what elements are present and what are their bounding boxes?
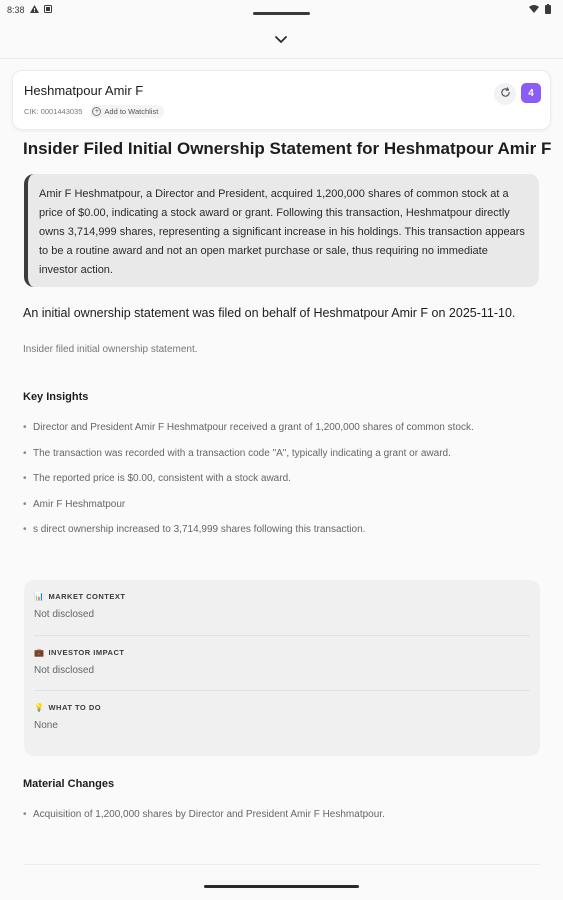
list-item: • The reported price is $0.00, consistent… xyxy=(23,472,474,498)
company-header-card: Heshmatpour Amir F CIK: 0001443035 + Add… xyxy=(12,70,551,130)
ai-summary-box: Amir F Heshmatpour, a Director and Presi… xyxy=(24,174,539,287)
key-insights-list: • Director and President Amir F Heshmatpo… xyxy=(23,421,474,549)
bullet-icon: • xyxy=(23,809,27,820)
list-item: • Amir F Heshmatpour xyxy=(23,498,474,524)
market-context-section: 📊 MARKET CONTEXT Not disclosed xyxy=(34,592,530,620)
watchlist-label: Add to Watchlist xyxy=(104,107,159,116)
change-text: Acquisition of 1,200,000 shares by Direc… xyxy=(33,809,385,820)
filing-headline: Insider Filed Initial Ownership Statemen… xyxy=(23,139,552,158)
material-changes-list: • Acquisition of 1,200,000 shares by Dire… xyxy=(23,808,385,834)
list-item: • s direct ownership increased to 3,714,9… xyxy=(23,523,474,549)
divider xyxy=(34,690,530,691)
what-to-do-value: None xyxy=(34,720,58,731)
lightbulb-icon: 💡 xyxy=(34,703,45,712)
company-meta: CIK: 0001443035 + Add to Watchlist xyxy=(24,105,165,118)
bullet-icon: • xyxy=(23,498,27,510)
what-to-do-section: 💡 WHAT TO DO None xyxy=(34,703,530,731)
add-to-watchlist-button[interactable]: + Add to Watchlist xyxy=(90,105,165,118)
list-item: • The transaction was recorded with a tra… xyxy=(23,447,474,473)
key-insights-title: Key Insights xyxy=(23,391,89,403)
bullet-icon: • xyxy=(23,447,27,459)
insight-text: s direct ownership increased to 3,714,99… xyxy=(33,524,366,535)
filing-lead: An initial ownership statement was filed… xyxy=(23,306,516,320)
insight-text: The transaction was recorded with a tran… xyxy=(33,447,451,459)
home-indicator[interactable] xyxy=(204,885,359,888)
warning-icon xyxy=(29,5,39,15)
chart-icon: 📊 xyxy=(34,592,45,601)
divider xyxy=(34,635,530,636)
insight-text: Director and President Amir F Heshmatpou… xyxy=(33,422,474,433)
investor-impact-title: INVESTOR IMPACT xyxy=(48,648,125,657)
divider xyxy=(0,58,563,59)
refresh-icon xyxy=(500,85,511,103)
company-name: Heshmatpour Amir F xyxy=(24,83,144,98)
market-context-label: 📊 MARKET CONTEXT xyxy=(34,592,530,601)
insight-text: Amir F Heshmatpour xyxy=(33,498,126,510)
insight-text: The reported price is $0.00, consistent … xyxy=(33,473,291,484)
what-to-do-title: WHAT TO DO xyxy=(48,703,102,712)
refresh-button[interactable] xyxy=(494,83,516,105)
status-right xyxy=(529,3,551,17)
wifi-icon xyxy=(529,4,539,16)
sheet-drag-handle[interactable] xyxy=(253,12,310,15)
investor-impact-section: 💼 INVESTOR IMPACT Not disclosed xyxy=(34,648,530,676)
bullet-icon: • xyxy=(23,524,27,535)
battery-icon xyxy=(545,3,551,17)
investor-impact-value: Not disclosed xyxy=(34,665,95,676)
briefcase-icon: 💼 xyxy=(34,648,45,657)
chevron-down-icon[interactable] xyxy=(273,33,289,45)
what-to-do-label: 💡 WHAT TO DO xyxy=(34,703,530,712)
status-bar: 8:38 xyxy=(0,0,563,20)
bullet-icon: • xyxy=(23,422,27,433)
bullet-icon: • xyxy=(23,473,27,484)
plus-circle-icon: + xyxy=(92,107,102,116)
context-card: 📊 MARKET CONTEXT Not disclosed 💼 INVESTO… xyxy=(24,580,540,756)
list-item: • Acquisition of 1,200,000 shares by Dire… xyxy=(23,808,385,834)
market-context-value: Not disclosed xyxy=(34,609,95,620)
status-time: 8:38 xyxy=(7,5,25,15)
status-left: 8:38 xyxy=(7,5,52,15)
notification-icon xyxy=(43,5,52,15)
market-context-title: MARKET CONTEXT xyxy=(48,592,126,601)
cik-label: CIK: 0001443035 xyxy=(24,107,83,116)
material-changes-title: Material Changes xyxy=(23,778,115,790)
filing-subnote: Insider filed initial ownership statemen… xyxy=(23,344,198,355)
divider xyxy=(24,864,540,865)
filing-count-badge[interactable]: 4 xyxy=(521,83,541,103)
list-item: • Director and President Amir F Heshmatpo… xyxy=(23,421,474,447)
investor-impact-label: 💼 INVESTOR IMPACT xyxy=(34,648,530,657)
